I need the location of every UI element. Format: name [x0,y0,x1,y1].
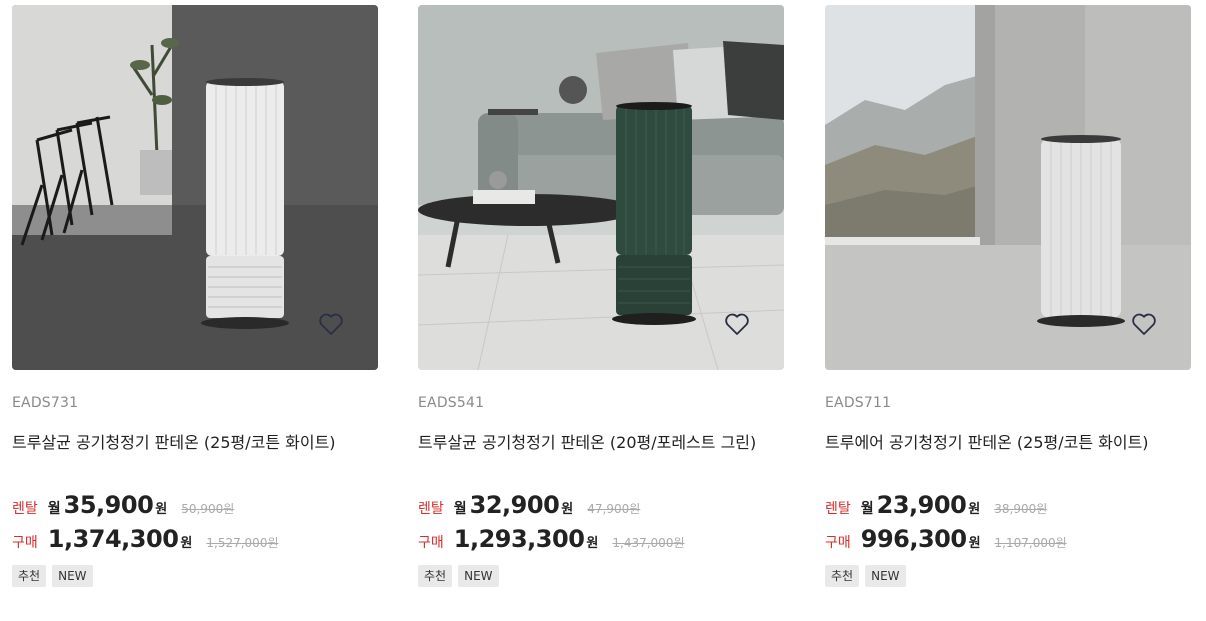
product-name[interactable]: 트루살균 공기청정기 판테온 (25평/코튼 화이트) [12,429,336,453]
purchase-price: 1,374,300 [47,525,179,553]
product-image[interactable] [418,5,784,370]
rental-original-price: 50,900원 [181,502,235,516]
product-card[interactable]: EADS541 트루살균 공기청정기 판테온 (20평/포레스트 그린) 렌탈 … [418,5,784,587]
heart-icon[interactable] [1131,312,1157,336]
currency-unit: 원 [155,502,168,517]
purchase-price-row: 구매 1,293,300 원 1,437,000원 [418,525,685,553]
tag-recommend: 추천 [12,565,47,587]
purchase-original-price: 1,527,000원 [206,536,279,550]
rental-label: 렌탈 [12,501,38,517]
product-image[interactable] [825,5,1191,370]
purchase-price: 996,300 [860,525,967,553]
purchase-label: 구매 [418,535,444,551]
purchase-price: 1,293,300 [453,525,585,553]
currency-unit: 원 [561,502,574,517]
purchase-label: 구매 [825,535,851,551]
rental-price-row: 렌탈 월 32,900 원 47,900원 [418,491,640,519]
rental-price: 35,900 [63,491,154,519]
tag-recommend: 추천 [418,565,453,587]
purchase-price-row: 구매 1,374,300 원 1,527,000원 [12,525,279,553]
heart-icon[interactable] [724,312,750,336]
product-grid: EADS731 트루살균 공기청정기 판테온 (25평/코튼 화이트) 렌탈 월… [0,0,1206,621]
product-card[interactable]: EADS711 트루에어 공기청정기 판테온 (25평/코튼 화이트) 렌탈 월… [825,5,1191,587]
rental-price-row: 렌탈 월 23,900 원 38,900원 [825,491,1047,519]
tag-recommend: 추천 [825,565,860,587]
product-card[interactable]: EADS731 트루살균 공기청정기 판테온 (25평/코튼 화이트) 렌탈 월… [12,5,378,587]
monthly-label: 월 [860,501,874,517]
rental-price: 23,900 [876,491,967,519]
purchase-original-price: 1,437,000원 [612,536,685,550]
tag-list: 추천 NEW [825,565,906,587]
currency-unit: 원 [968,502,981,517]
product-image[interactable] [12,5,378,370]
monthly-label: 월 [47,501,61,517]
product-code: EADS711 [825,395,892,411]
rental-label: 렌탈 [825,501,851,517]
tag-new: NEW [52,565,93,587]
product-code: EADS731 [12,395,79,411]
monthly-label: 월 [453,501,467,517]
currency-unit: 원 [968,536,981,551]
rental-original-price: 47,900원 [587,502,641,516]
purchase-original-price: 1,107,000원 [994,536,1067,550]
tag-list: 추천 NEW [418,565,499,587]
purchase-label: 구매 [12,535,38,551]
tag-list: 추천 NEW [12,565,93,587]
tag-new: NEW [458,565,499,587]
heart-icon[interactable] [318,312,344,336]
purchase-price-row: 구매 996,300 원 1,107,000원 [825,525,1067,553]
rental-original-price: 38,900원 [994,502,1048,516]
rental-label: 렌탈 [418,501,444,517]
rental-price: 32,900 [469,491,560,519]
product-name[interactable]: 트루살균 공기청정기 판테온 (20평/포레스트 그린) [418,429,756,453]
currency-unit: 원 [586,536,599,551]
tag-new: NEW [865,565,906,587]
product-name[interactable]: 트루에어 공기청정기 판테온 (25평/코튼 화이트) [825,429,1149,453]
rental-price-row: 렌탈 월 35,900 원 50,900원 [12,491,234,519]
product-code: EADS541 [418,395,485,411]
currency-unit: 원 [180,536,193,551]
